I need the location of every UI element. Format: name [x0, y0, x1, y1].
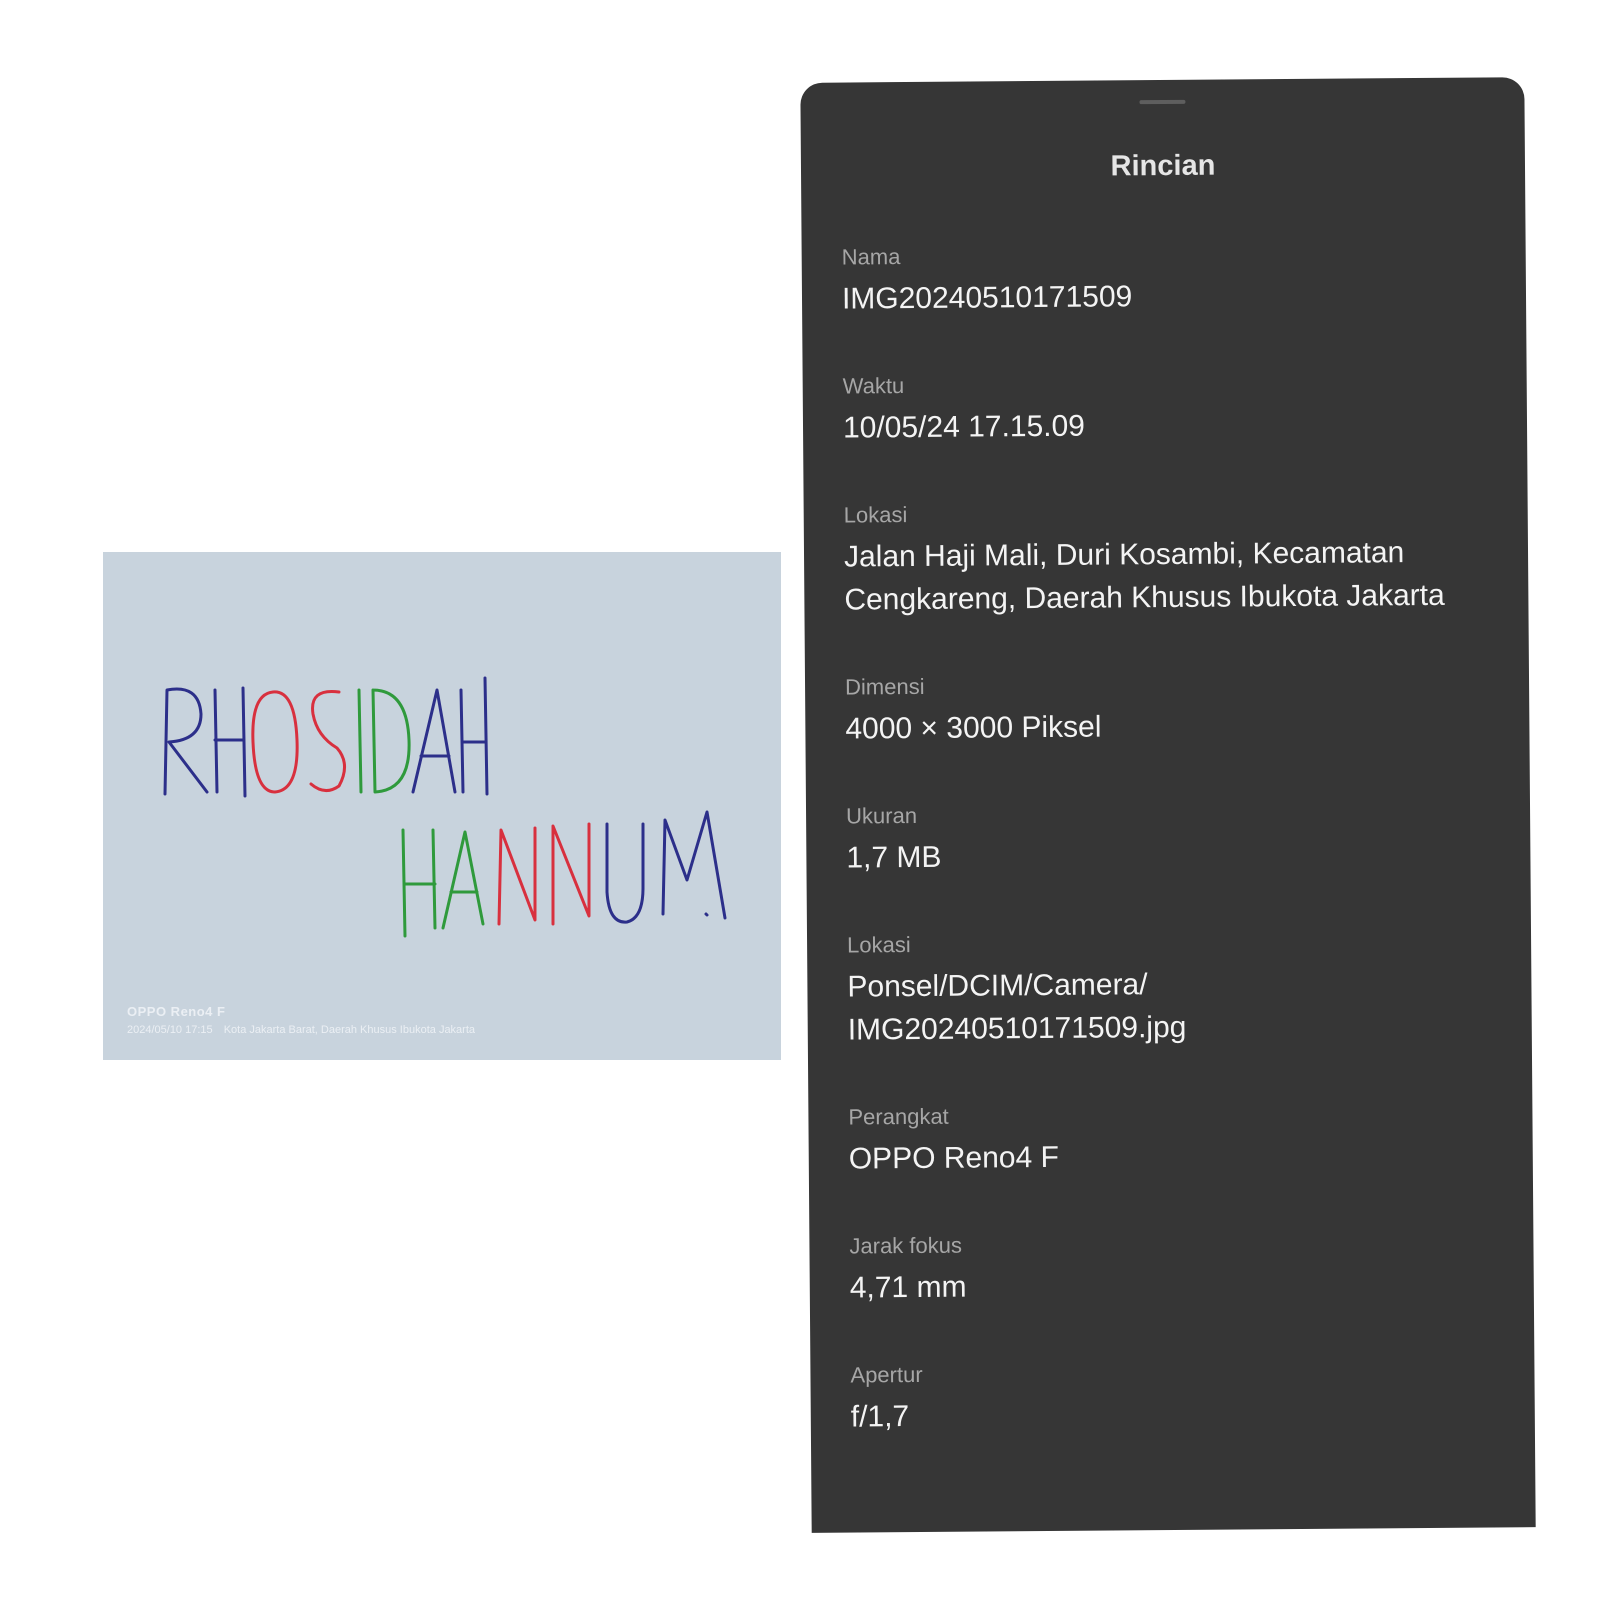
- detail-device: Perangkat OPPO Reno4 F: [848, 1098, 1493, 1180]
- detail-label: Jarak fokus: [849, 1232, 963, 1259]
- detail-value: Jalan Haji Mali, Duri Kosambi, Kecamatan…: [843, 536, 1445, 617]
- detail-label: Lokasi: [843, 502, 908, 528]
- detail-label: Waktu: [842, 373, 905, 399]
- sheet-title: Rincian: [1110, 149, 1216, 183]
- sheet-drag-handle[interactable]: [1139, 99, 1186, 105]
- detail-value: IMG20240510171509: [841, 280, 1133, 316]
- photo-preview: OPPO Reno4 F 2024/05/10 17:15 Kota Jakar…: [103, 552, 781, 1060]
- watermark-device: OPPO Reno4 F: [127, 1004, 226, 1019]
- detail-label: Nama: [841, 244, 901, 270]
- detail-value: 10/05/24 17.15.09: [842, 409, 1086, 445]
- photo-watermark: OPPO Reno4 F 2024/05/10 17:15 Kota Jakar…: [127, 1004, 475, 1036]
- details-list: Nama IMG20240510171509 Waktu 10/05/24 17…: [842, 238, 1495, 1438]
- detail-focal-length: Jarak fokus 4,71 mm: [849, 1227, 1494, 1309]
- detail-label: Lokasi: [846, 932, 911, 958]
- detail-label: Dimensi: [844, 673, 925, 700]
- detail-label: Perangkat: [848, 1103, 949, 1130]
- detail-label: Apertur: [850, 1361, 923, 1388]
- detail-label: Ukuran: [845, 802, 918, 829]
- detail-file-path: Lokasi Ponsel/DCIM/Camera/ IMG2024051017…: [847, 926, 1492, 1051]
- detail-value: 4000 × 3000 Piksel: [845, 710, 1102, 746]
- detail-aperture: Apertur f/1,7: [850, 1356, 1495, 1438]
- detail-value: OPPO Reno4 F: [848, 1140, 1059, 1176]
- details-sheet: Rincian Nama IMG20240510171509 Waktu 10/…: [800, 77, 1536, 1533]
- detail-value: 4,71 mm: [849, 1270, 967, 1305]
- detail-location: Lokasi Jalan Haji Mali, Duri Kosambi, Ke…: [844, 496, 1489, 621]
- watermark-location: Kota Jakarta Barat, Daerah Khusus Ibukot…: [223, 1024, 476, 1036]
- detail-value: f/1,7: [850, 1400, 910, 1434]
- detail-value: 1,7 MB: [846, 840, 942, 875]
- detail-time: Waktu 10/05/24 17.15.09: [843, 367, 1488, 449]
- watermark-datetime: 2024/05/10 17:15: [127, 1024, 213, 1036]
- watermark-info: 2024/05/10 17:15 Kota Jakarta Barat, Dae…: [127, 1024, 475, 1036]
- detail-value: Ponsel/DCIM/Camera/ IMG20240510171509.jp…: [847, 968, 1187, 1047]
- detail-size: Ukuran 1,7 MB: [846, 797, 1491, 879]
- detail-name: Nama IMG20240510171509: [842, 238, 1487, 320]
- handwritten-name-image: [163, 676, 727, 938]
- detail-dimensions: Dimensi 4000 × 3000 Piksel: [845, 668, 1490, 750]
